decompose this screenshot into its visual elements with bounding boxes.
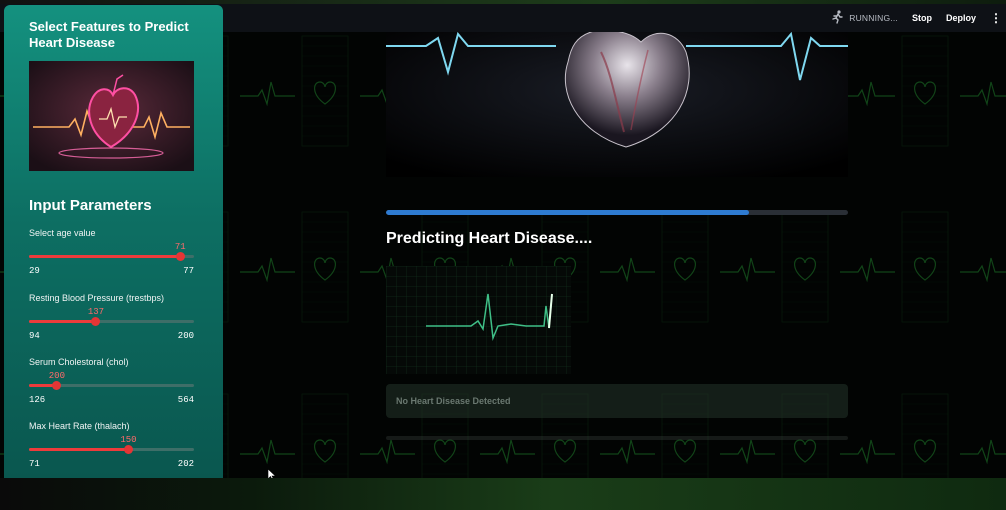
slider-min: 71 [29,459,40,469]
slider-fill [29,448,129,451]
result-text: No Heart Disease Detected [396,396,511,406]
slider-fill [29,255,181,258]
cholesterol-slider[interactable]: Serum Cholestoral (chol) 200 126 564 [29,357,194,417]
deploy-button[interactable]: Deploy [946,13,976,23]
input-parameters-heading: Input Parameters [29,197,152,214]
max-heart-rate-slider[interactable]: Max Heart Rate (thalach) 150 71 202 [29,421,194,478]
slider-track[interactable] [29,252,194,261]
ecg-monitor-image [386,266,571,374]
slider-max: 77 [183,266,194,276]
slider-value: 71 [174,242,186,252]
sidebar: Select Features to Predict Heart Disease… [4,5,223,478]
slider-min: 94 [29,331,40,341]
slider-track[interactable] [29,381,194,390]
running-man-icon [831,10,844,26]
hero-heart-image [386,32,848,177]
slider-thumb[interactable] [175,252,185,261]
slider-track[interactable] [29,445,194,454]
progress-bar-fill [386,210,749,215]
slider-label: Max Heart Rate (thalach) [29,421,130,431]
stop-button[interactable]: Stop [912,13,932,23]
slider-thumb[interactable] [123,445,133,454]
running-status-text: RUNNING... [849,13,898,23]
age-slider[interactable]: Select age value 71 29 77 [29,228,194,288]
slider-min: 29 [29,266,40,276]
slider-value: 200 [48,371,65,381]
neon-heart-illustration [29,61,194,171]
vertical-ellipsis-icon[interactable]: ⋮ [990,12,1002,24]
slider-max: 564 [177,395,194,405]
prediction-progress-bar [386,210,848,215]
slider-value: 137 [87,307,105,317]
faint-divider [386,436,848,440]
status-heading: Predicting Heart Disease.... [386,230,593,247]
slider-label: Resting Blood Pressure (trestbps) [29,293,165,303]
streamlit-app: RUNNING... Stop Deploy ⋮ Predicting Hear… [0,4,1006,478]
slider-thumb[interactable] [52,381,62,390]
window-frame-bottom [0,478,1006,510]
slider-value: 150 [120,435,137,445]
slider-max: 202 [177,459,194,469]
slider-label: Serum Cholestoral (chol) [29,357,129,367]
slider-track[interactable] [29,317,194,326]
mouse-cursor-icon [267,466,277,478]
slider-min: 126 [29,395,46,405]
result-box: No Heart Disease Detected [386,384,848,418]
running-indicator: RUNNING... [831,10,898,26]
slider-fill [29,320,96,323]
blood-pressure-slider[interactable]: Resting Blood Pressure (trestbps) 137 94… [29,293,194,353]
slider-label: Select age value [29,228,96,238]
sidebar-title: Select Features to Predict Heart Disease [29,19,189,50]
slider-max: 200 [177,331,194,341]
slider-thumb[interactable] [91,317,101,326]
